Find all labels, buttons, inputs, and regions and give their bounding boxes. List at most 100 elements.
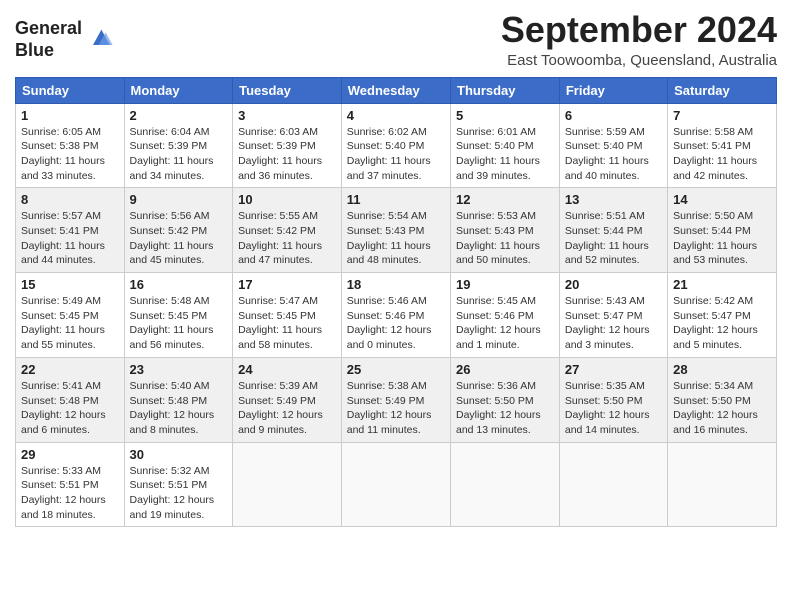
calendar-cell	[668, 442, 777, 527]
day-info: Sunrise: 5:57 AMSunset: 5:41 PMDaylight:…	[21, 209, 119, 268]
day-number: 21	[673, 277, 771, 292]
calendar-cell: 2Sunrise: 6:04 AMSunset: 5:39 PMDaylight…	[124, 103, 233, 188]
calendar-cell: 28 Sunrise: 5:34 AMSunset: 5:50 PMDayligh…	[668, 357, 777, 442]
calendar-cell: 23Sunrise: 5:40 AMSunset: 5:48 PMDayligh…	[124, 357, 233, 442]
calendar-cell: 22 Sunrise: 5:41 AMSunset: 5:48 PMDayligh…	[16, 357, 125, 442]
day-number: 30	[130, 447, 228, 462]
day-number: 24	[238, 362, 336, 377]
day-info: Sunrise: 5:32 AMSunset: 5:51 PMDaylight:…	[130, 464, 228, 523]
day-number: 4	[347, 108, 445, 123]
day-info: Sunrise: 5:49 AMSunset: 5:45 PMDaylight:…	[21, 294, 119, 353]
weekday-header-row: SundayMondayTuesdayWednesdayThursdayFrid…	[16, 77, 777, 103]
weekday-header-friday: Friday	[559, 77, 667, 103]
day-number: 7	[673, 108, 771, 123]
logo-text-line2: Blue	[15, 40, 82, 62]
day-number: 22	[21, 362, 119, 377]
day-info: Sunrise: 5:42 AMSunset: 5:47 PMDaylight:…	[673, 294, 771, 353]
day-number: 15	[21, 277, 119, 292]
day-info: Sunrise: 5:55 AMSunset: 5:42 PMDaylight:…	[238, 209, 336, 268]
calendar-cell: 18 Sunrise: 5:46 AMSunset: 5:46 PMDayligh…	[341, 273, 450, 358]
calendar-cell: 12Sunrise: 5:53 AMSunset: 5:43 PMDayligh…	[451, 188, 560, 273]
calendar-cell: 25 Sunrise: 5:38 AMSunset: 5:49 PMDayligh…	[341, 357, 450, 442]
day-info: Sunrise: 5:46 AMSunset: 5:46 PMDaylight:…	[347, 294, 445, 353]
day-info: Sunrise: 5:35 AMSunset: 5:50 PMDaylight:…	[565, 379, 662, 438]
day-info: Sunrise: 6:01 AMSunset: 5:40 PMDaylight:…	[456, 125, 554, 184]
day-info: Sunrise: 5:38 AMSunset: 5:49 PMDaylight:…	[347, 379, 445, 438]
calendar-cell	[451, 442, 560, 527]
day-number: 1	[21, 108, 119, 123]
day-info: Sunrise: 6:02 AMSunset: 5:40 PMDaylight:…	[347, 125, 445, 184]
calendar-week-row-5: 29 Sunrise: 5:33 AMSunset: 5:51 PMDayligh…	[16, 442, 777, 527]
calendar-cell: 8 Sunrise: 5:57 AMSunset: 5:41 PMDaylight…	[16, 188, 125, 273]
day-info: Sunrise: 6:05 AMSunset: 5:38 PMDaylight:…	[21, 125, 119, 184]
calendar-cell: 27 Sunrise: 5:35 AMSunset: 5:50 PMDayligh…	[559, 357, 667, 442]
weekday-header-thursday: Thursday	[451, 77, 560, 103]
calendar-week-row-4: 22 Sunrise: 5:41 AMSunset: 5:48 PMDayligh…	[16, 357, 777, 442]
logo: General Blue	[15, 18, 114, 61]
day-number: 8	[21, 192, 119, 207]
day-info: Sunrise: 5:39 AMSunset: 5:49 PMDaylight:…	[238, 379, 336, 438]
calendar-week-row-2: 8 Sunrise: 5:57 AMSunset: 5:41 PMDaylight…	[16, 188, 777, 273]
day-number: 11	[347, 192, 445, 207]
calendar-cell: 11Sunrise: 5:54 AMSunset: 5:43 PMDayligh…	[341, 188, 450, 273]
day-number: 10	[238, 192, 336, 207]
calendar-cell: 30 Sunrise: 5:32 AMSunset: 5:51 PMDayligh…	[124, 442, 233, 527]
calendar-cell	[559, 442, 667, 527]
calendar-week-row-3: 15 Sunrise: 5:49 AMSunset: 5:45 PMDayligh…	[16, 273, 777, 358]
calendar-cell	[233, 442, 342, 527]
day-number: 19	[456, 277, 554, 292]
day-info: Sunrise: 6:03 AMSunset: 5:39 PMDaylight:…	[238, 125, 336, 184]
weekday-header-tuesday: Tuesday	[233, 77, 342, 103]
day-info: Sunrise: 5:43 AMSunset: 5:47 PMDaylight:…	[565, 294, 662, 353]
location-subtitle: East Toowoomba, Queensland, Australia	[501, 52, 777, 69]
day-number: 20	[565, 277, 662, 292]
day-number: 26	[456, 362, 554, 377]
calendar-cell: 3 Sunrise: 6:03 AMSunset: 5:39 PMDaylight…	[233, 103, 342, 188]
day-info: Sunrise: 5:36 AMSunset: 5:50 PMDaylight:…	[456, 379, 554, 438]
day-number: 14	[673, 192, 771, 207]
calendar-cell: 20 Sunrise: 5:43 AMSunset: 5:47 PMDayligh…	[559, 273, 667, 358]
calendar-cell: 13 Sunrise: 5:51 AMSunset: 5:44 PMDayligh…	[559, 188, 667, 273]
day-number: 5	[456, 108, 554, 123]
day-number: 3	[238, 108, 336, 123]
calendar-cell: 21 Sunrise: 5:42 AMSunset: 5:47 PMDayligh…	[668, 273, 777, 358]
day-number: 28	[673, 362, 771, 377]
day-info: Sunrise: 5:59 AMSunset: 5:40 PMDaylight:…	[565, 125, 662, 184]
day-info: Sunrise: 5:34 AMSunset: 5:50 PMDaylight:…	[673, 379, 771, 438]
calendar-cell: 7Sunrise: 5:58 AMSunset: 5:41 PMDaylight…	[668, 103, 777, 188]
day-number: 29	[21, 447, 119, 462]
calendar-cell: 5 Sunrise: 6:01 AMSunset: 5:40 PMDaylight…	[451, 103, 560, 188]
day-info: Sunrise: 5:50 AMSunset: 5:44 PMDaylight:…	[673, 209, 771, 268]
day-number: 17	[238, 277, 336, 292]
day-number: 18	[347, 277, 445, 292]
calendar-cell: 29 Sunrise: 5:33 AMSunset: 5:51 PMDayligh…	[16, 442, 125, 527]
calendar-cell: 4 Sunrise: 6:02 AMSunset: 5:40 PMDaylight…	[341, 103, 450, 188]
day-number: 2	[130, 108, 228, 123]
calendar-cell: 1 Sunrise: 6:05 AMSunset: 5:38 PMDaylight…	[16, 103, 125, 188]
calendar-cell: 26 Sunrise: 5:36 AMSunset: 5:50 PMDayligh…	[451, 357, 560, 442]
calendar-cell: 16Sunrise: 5:48 AMSunset: 5:45 PMDayligh…	[124, 273, 233, 358]
calendar-cell: 17Sunrise: 5:47 AMSunset: 5:45 PMDayligh…	[233, 273, 342, 358]
day-number: 25	[347, 362, 445, 377]
calendar-cell: 9Sunrise: 5:56 AMSunset: 5:42 PMDaylight…	[124, 188, 233, 273]
day-info: Sunrise: 5:40 AMSunset: 5:48 PMDaylight:…	[130, 379, 228, 438]
calendar-cell: 6Sunrise: 5:59 AMSunset: 5:40 PMDaylight…	[559, 103, 667, 188]
day-number: 9	[130, 192, 228, 207]
calendar-cell: 24 Sunrise: 5:39 AMSunset: 5:49 PMDayligh…	[233, 357, 342, 442]
day-info: Sunrise: 5:33 AMSunset: 5:51 PMDaylight:…	[21, 464, 119, 523]
weekday-header-saturday: Saturday	[668, 77, 777, 103]
header: General Blue September 2024 East Toowoom…	[15, 10, 777, 69]
day-info: Sunrise: 5:48 AMSunset: 5:45 PMDaylight:…	[130, 294, 228, 353]
calendar-cell: 14 Sunrise: 5:50 AMSunset: 5:44 PMDayligh…	[668, 188, 777, 273]
logo-icon	[86, 24, 114, 52]
logo-text-line1: General	[15, 18, 82, 40]
day-number: 12	[456, 192, 554, 207]
day-info: Sunrise: 5:45 AMSunset: 5:46 PMDaylight:…	[456, 294, 554, 353]
day-number: 13	[565, 192, 662, 207]
day-info: Sunrise: 5:41 AMSunset: 5:48 PMDaylight:…	[21, 379, 119, 438]
calendar-cell	[341, 442, 450, 527]
day-number: 27	[565, 362, 662, 377]
calendar-cell: 10 Sunrise: 5:55 AMSunset: 5:42 PMDayligh…	[233, 188, 342, 273]
weekday-header-wednesday: Wednesday	[341, 77, 450, 103]
day-info: Sunrise: 5:51 AMSunset: 5:44 PMDaylight:…	[565, 209, 662, 268]
